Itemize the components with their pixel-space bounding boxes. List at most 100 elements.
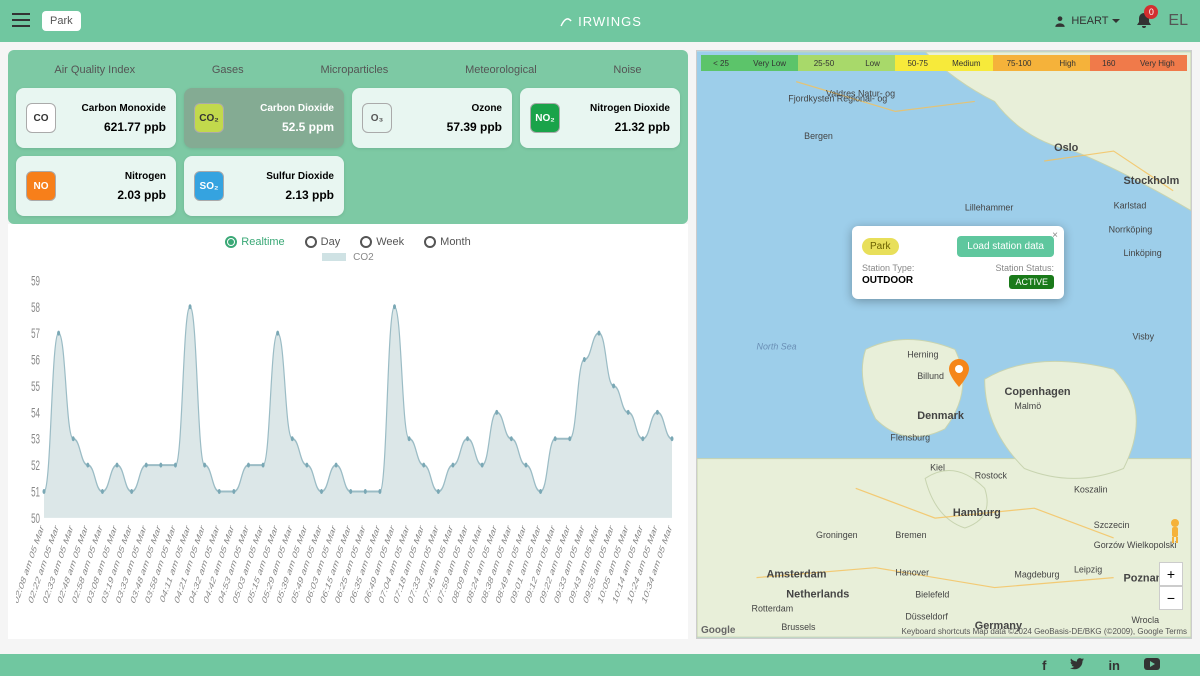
range-month[interactable]: Month bbox=[424, 236, 471, 248]
svg-text:Oslo: Oslo bbox=[1054, 142, 1079, 154]
gas-title: Sulfur Dioxide bbox=[232, 171, 334, 182]
station-marker[interactable] bbox=[949, 359, 969, 390]
pegman-icon[interactable] bbox=[1165, 517, 1185, 548]
google-logo: Google bbox=[701, 625, 735, 636]
svg-text:Flensburg: Flensburg bbox=[890, 433, 930, 443]
aqi-legend-segment: < 25Very Low bbox=[701, 55, 798, 71]
tab-noise[interactable]: Noise bbox=[607, 62, 647, 78]
svg-text:Szczecin: Szczecin bbox=[1094, 520, 1130, 530]
station-popup: × Park Load station data Station Type: O… bbox=[852, 226, 1064, 299]
zoom-in-button[interactable]: + bbox=[1159, 562, 1183, 586]
range-realtime[interactable]: Realtime bbox=[225, 236, 284, 248]
svg-text:Brussels: Brussels bbox=[781, 622, 816, 632]
brand-text: IRWINGS bbox=[578, 14, 642, 29]
location-chip[interactable]: Park bbox=[42, 11, 81, 31]
load-station-button[interactable]: Load station data bbox=[957, 236, 1054, 257]
close-icon[interactable]: × bbox=[1052, 230, 1058, 241]
svg-text:Bielefeld: Bielefeld bbox=[915, 589, 949, 599]
youtube-icon[interactable] bbox=[1144, 658, 1160, 673]
svg-text:Amsterdam: Amsterdam bbox=[766, 569, 826, 581]
svg-text:Visby: Visby bbox=[1132, 332, 1154, 342]
linkedin-icon[interactable]: in bbox=[1108, 658, 1120, 673]
gas-card-1[interactable]: CO₂ Carbon Dioxide 52.5 ppm bbox=[184, 88, 344, 148]
map-canvas[interactable]: North Sea Oslo Bergen Lillehammer Karlst… bbox=[697, 51, 1191, 638]
menu-icon[interactable] bbox=[12, 13, 30, 30]
station-type-value: OUTDOOR bbox=[862, 275, 914, 286]
svg-text:Hanover: Hanover bbox=[895, 568, 929, 578]
svg-text:Herning: Herning bbox=[907, 349, 938, 359]
legend-label: CO2 bbox=[353, 252, 374, 263]
svg-text:Lillehammer: Lillehammer bbox=[965, 203, 1014, 213]
app-header: Park IRWINGS HEART 0 EL bbox=[0, 0, 1200, 42]
station-status-badge: ACTIVE bbox=[1009, 275, 1054, 289]
svg-text:53: 53 bbox=[31, 433, 40, 448]
radio-icon bbox=[225, 236, 237, 248]
svg-text:56: 56 bbox=[31, 354, 40, 369]
gas-value: 52.5 ppm bbox=[232, 120, 334, 134]
gas-card-5[interactable]: SO₂ Sulfur Dioxide 2.13 ppb bbox=[184, 156, 344, 216]
facebook-icon[interactable]: f bbox=[1042, 658, 1046, 673]
gas-icon: SO₂ bbox=[194, 171, 224, 201]
svg-text:Magdeburg: Magdeburg bbox=[1014, 570, 1059, 580]
svg-text:58: 58 bbox=[31, 301, 40, 316]
tab-microparticles[interactable]: Microparticles bbox=[314, 62, 394, 78]
brand-logo: IRWINGS bbox=[558, 13, 642, 29]
gas-icon: NO₂ bbox=[530, 103, 560, 133]
aqi-legend-segment: 160Very High bbox=[1090, 55, 1187, 71]
svg-text:54: 54 bbox=[31, 406, 40, 421]
gas-title: Ozone bbox=[400, 103, 502, 114]
svg-text:Düsseldorf: Düsseldorf bbox=[905, 611, 948, 621]
station-name-pill: Park bbox=[862, 238, 899, 255]
notif-badge: 0 bbox=[1144, 5, 1158, 19]
svg-text:Stockholm: Stockholm bbox=[1124, 175, 1180, 187]
aqi-legend-segment: 50-75Medium bbox=[895, 55, 992, 71]
notifications-button[interactable]: 0 bbox=[1136, 11, 1152, 32]
gas-icon: CO bbox=[26, 103, 56, 133]
person-icon bbox=[1053, 14, 1067, 28]
svg-text:Karlstad: Karlstad bbox=[1114, 201, 1147, 211]
range-week[interactable]: Week bbox=[360, 236, 404, 248]
gas-card-0[interactable]: CO Carbon Monoxide 621.77 ppb bbox=[16, 88, 176, 148]
gas-value: 57.39 ppb bbox=[400, 120, 502, 134]
svg-text:Groningen: Groningen bbox=[816, 530, 858, 540]
chart-legend: CO2 bbox=[16, 252, 680, 263]
tab-meteorological[interactable]: Meteorological bbox=[459, 62, 543, 78]
range-day[interactable]: Day bbox=[305, 236, 341, 248]
svg-text:Norrköping: Norrköping bbox=[1109, 224, 1153, 234]
aqi-legend-segment: 25-50Low bbox=[798, 55, 895, 71]
svg-text:Copenhagen: Copenhagen bbox=[1005, 386, 1071, 398]
gas-value: 21.32 ppb bbox=[568, 120, 670, 134]
gas-card-2[interactable]: O₃ Ozone 57.39 ppb bbox=[352, 88, 512, 148]
svg-text:Netherlands: Netherlands bbox=[786, 588, 849, 600]
svg-text:Rotterdam: Rotterdam bbox=[752, 603, 794, 613]
gas-title: Nitrogen bbox=[64, 171, 166, 182]
user-initials[interactable]: EL bbox=[1168, 12, 1188, 30]
svg-text:Bremen: Bremen bbox=[895, 530, 926, 540]
svg-text:Linköping: Linköping bbox=[1124, 248, 1162, 258]
station-status-label: Station Status: bbox=[995, 263, 1054, 273]
twitter-icon[interactable] bbox=[1070, 658, 1084, 673]
zoom-out-button[interactable]: − bbox=[1159, 586, 1183, 610]
radio-icon bbox=[360, 236, 372, 248]
tab-aqi[interactable]: Air Quality Index bbox=[48, 62, 141, 78]
gas-icon: NO bbox=[26, 171, 56, 201]
svg-text:Rostock: Rostock bbox=[975, 470, 1008, 480]
gas-value: 2.13 ppb bbox=[232, 188, 334, 202]
gas-card-4[interactable]: NO Nitrogen 2.03 ppb bbox=[16, 156, 176, 216]
chevron-down-icon bbox=[1112, 19, 1120, 24]
chart-panel: RealtimeDayWeekMonth CO2 505152535455565… bbox=[8, 224, 688, 639]
svg-text:57: 57 bbox=[31, 327, 40, 342]
gases-panel: Air Quality Index Gases Microparticles M… bbox=[8, 50, 688, 224]
co2-area-chart[interactable]: 5051525354555657585902:08 am 05 Mar02:22… bbox=[16, 267, 680, 635]
legend-swatch bbox=[322, 253, 346, 261]
svg-text:51: 51 bbox=[31, 486, 40, 501]
svg-text:Wrocla: Wrocla bbox=[1131, 615, 1159, 625]
aqi-legend-bar: < 25Very Low25-50Low50-75Medium75-100Hig… bbox=[701, 55, 1187, 71]
heart-label: HEART bbox=[1071, 15, 1108, 27]
tab-gases[interactable]: Gases bbox=[206, 62, 250, 78]
heart-dropdown[interactable]: HEART bbox=[1053, 14, 1120, 28]
gas-card-3[interactable]: NO₂ Nitrogen Dioxide 21.32 ppb bbox=[520, 88, 680, 148]
svg-text:Kiel: Kiel bbox=[930, 462, 945, 472]
map-container[interactable]: < 25Very Low25-50Low50-75Medium75-100Hig… bbox=[696, 50, 1192, 639]
station-type-label: Station Type: bbox=[862, 263, 914, 273]
